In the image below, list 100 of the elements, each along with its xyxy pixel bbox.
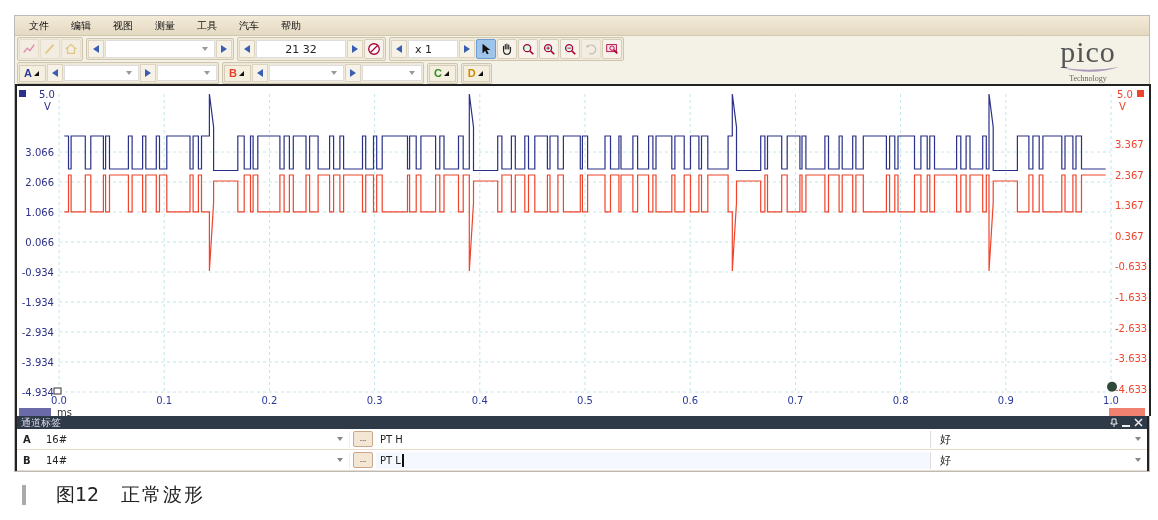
left-arrow-icon bbox=[256, 69, 263, 77]
corner-icon bbox=[238, 70, 244, 76]
label-dropdown[interactable]: 16# bbox=[40, 430, 350, 448]
caret-icon bbox=[203, 69, 210, 77]
tool-button[interactable] bbox=[518, 39, 538, 59]
axis-label: 0.3 bbox=[366, 395, 383, 406]
right-arrow-icon bbox=[221, 45, 227, 53]
axis-label: -4.633 bbox=[1115, 383, 1148, 395]
right-arrow-icon bbox=[352, 45, 358, 53]
menu-item[interactable]: 工具 bbox=[197, 18, 217, 33]
previous-button[interactable] bbox=[46, 64, 63, 82]
axis-unit: V bbox=[1119, 101, 1126, 112]
close-icon[interactable] bbox=[1134, 418, 1143, 427]
tool-button[interactable] bbox=[539, 39, 559, 59]
corner-icon bbox=[33, 70, 39, 76]
previous-button[interactable] bbox=[88, 40, 104, 58]
tool-button[interactable] bbox=[560, 39, 580, 59]
channel-button[interactable]: B bbox=[223, 64, 251, 82]
tool-button[interactable] bbox=[476, 39, 496, 59]
next-button[interactable] bbox=[344, 64, 361, 82]
axis-label: -0.934 bbox=[21, 267, 54, 278]
right-arrow-icon bbox=[144, 69, 151, 77]
caret-icon bbox=[337, 456, 343, 464]
zoom-out-icon bbox=[563, 42, 577, 56]
menu-item[interactable]: 帮助 bbox=[281, 18, 301, 33]
next-button[interactable] bbox=[139, 64, 156, 82]
browse-button[interactable]: ... bbox=[353, 452, 373, 468]
description-field[interactable]: PT L bbox=[376, 451, 931, 469]
left-arrow-icon bbox=[93, 45, 99, 53]
channel-marker bbox=[19, 90, 26, 97]
axis-label: -1.633 bbox=[1115, 291, 1148, 303]
axis-label: 5.0 bbox=[1117, 89, 1133, 100]
next-button[interactable] bbox=[459, 40, 475, 58]
previous-button[interactable] bbox=[251, 64, 268, 82]
channel-button[interactable]: C bbox=[428, 64, 456, 82]
axis-label: -3.633 bbox=[1115, 353, 1148, 365]
axis-label: 3.367 bbox=[1115, 138, 1144, 150]
magnifier-icon bbox=[521, 42, 535, 56]
figure-caption: 正常波形 bbox=[121, 482, 206, 507]
previous-button[interactable] bbox=[239, 40, 255, 58]
axis-label: 0.4 bbox=[471, 395, 488, 406]
axis-label: -0.633 bbox=[1115, 261, 1148, 273]
caret-icon bbox=[330, 69, 337, 77]
samples-field[interactable]: x 1 bbox=[408, 40, 458, 58]
browse-button[interactable]: ... bbox=[353, 431, 373, 447]
axis-label: 0.6 bbox=[682, 395, 699, 406]
label-dropdown[interactable]: 14# bbox=[40, 451, 350, 469]
channel-button[interactable]: A bbox=[19, 64, 46, 82]
axis-marker bbox=[1107, 381, 1117, 392]
left-arrow-icon bbox=[396, 45, 402, 53]
logo-text: pico bbox=[1060, 37, 1116, 66]
axis-label: -2.633 bbox=[1115, 322, 1148, 334]
menu-item[interactable]: 测量 bbox=[155, 18, 175, 33]
quality-dropdown[interactable]: 好 bbox=[934, 451, 1147, 469]
left-arrow-icon bbox=[51, 69, 58, 77]
next-button[interactable] bbox=[347, 40, 363, 58]
dropdown-field[interactable] bbox=[268, 65, 344, 81]
menu-item[interactable]: 视图 bbox=[113, 18, 133, 33]
caret-icon bbox=[408, 69, 415, 77]
figure-number: 图12 bbox=[56, 482, 100, 507]
dropdown-field[interactable] bbox=[361, 65, 422, 81]
axis-unit: ms bbox=[57, 407, 72, 416]
pin-icon[interactable] bbox=[1110, 418, 1118, 427]
axis-label: 0.2 bbox=[261, 395, 278, 406]
axis-label: 0.0 bbox=[51, 395, 67, 406]
panel-title: 通道标签 bbox=[21, 416, 61, 429]
axis-label: 3.066 bbox=[25, 147, 54, 158]
axis-label: 1.066 bbox=[25, 207, 54, 218]
chart-icon bbox=[22, 42, 36, 56]
corner-icon bbox=[477, 70, 483, 76]
zoom-in-icon bbox=[542, 42, 556, 56]
dropdown-field[interactable] bbox=[105, 40, 215, 58]
next-button[interactable] bbox=[216, 40, 232, 58]
caret-icon bbox=[337, 435, 343, 443]
tool-button[interactable] bbox=[497, 39, 517, 59]
quality-dropdown[interactable]: 好 bbox=[934, 430, 1147, 448]
undo-icon bbox=[584, 42, 598, 56]
channel-letter: A bbox=[23, 433, 32, 445]
corner-icon bbox=[443, 70, 449, 76]
previous-button[interactable] bbox=[391, 40, 407, 58]
menu-item[interactable]: 汽车 bbox=[239, 18, 259, 33]
axis-label: 1.0 bbox=[1103, 395, 1119, 406]
timebase-field[interactable]: 21 32 bbox=[256, 40, 346, 58]
menu-item[interactable]: 编辑 bbox=[71, 18, 91, 33]
caret-icon bbox=[202, 45, 208, 53]
caret-icon bbox=[125, 69, 132, 77]
hand-icon bbox=[500, 42, 514, 56]
caption-bar bbox=[22, 485, 26, 505]
dropdown-field[interactable] bbox=[156, 65, 217, 81]
dropdown-field[interactable] bbox=[63, 65, 139, 81]
axis-label: 2.367 bbox=[1115, 169, 1144, 181]
axis-marker bbox=[53, 387, 62, 395]
axis-label: 2.066 bbox=[25, 177, 54, 188]
compass-button[interactable] bbox=[364, 39, 384, 59]
channel-marker bbox=[1137, 90, 1144, 97]
caret-icon bbox=[1135, 456, 1141, 464]
axis-label: 0.1 bbox=[156, 395, 173, 406]
menu-item[interactable]: 文件 bbox=[29, 18, 49, 33]
description-field[interactable]: PT H bbox=[376, 430, 931, 448]
axis-label: 0.7 bbox=[787, 395, 804, 406]
